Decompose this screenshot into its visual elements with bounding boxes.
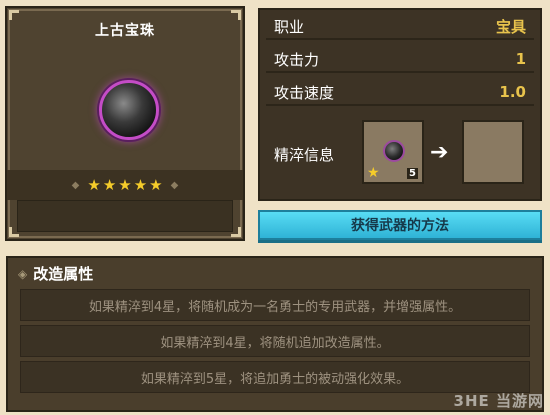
star-icon: ★ — [149, 175, 163, 194]
stat-label: 攻击力 — [274, 50, 320, 69]
star-rating: ◆ ★ ★ ★ ★ ★ ◆ — [7, 170, 243, 200]
modify-header: ◈ 改造属性 — [18, 263, 93, 284]
modify-attribute-row: 如果精淬到4星，将随机追加改造属性。 — [20, 325, 530, 357]
item-image — [99, 80, 159, 140]
modify-attribute-row: 如果精淬到5星，将追加勇士的被动强化效果。 — [20, 361, 530, 393]
modify-title: 改造属性 — [33, 265, 94, 283]
modify-attributes-panel: ◈ 改造属性 如果精淬到4星，将随机成为一名勇士的专用武器，并增强属性。 如果精… — [6, 256, 544, 412]
modify-attribute-row: 如果精淬到4星，将随机成为一名勇士的专用武器，并增强属性。 — [20, 289, 530, 321]
refine-label: 精淬信息 — [274, 146, 335, 164]
stat-value: 宝具 — [495, 17, 526, 36]
refine-target-slot[interactable] — [462, 120, 524, 184]
star-icon: ★ — [118, 175, 132, 194]
stat-row-attack: 攻击力 1 — [266, 47, 534, 73]
stat-value: 1 — [515, 50, 526, 68]
dark-orb-icon — [383, 140, 405, 162]
stats-panel: 职业 宝具 攻击力 1 攻击速度 1.0 精淬信息 ★ 5 ➔ — [258, 8, 542, 201]
arrow-right-icon: ➔ — [430, 140, 449, 165]
frame-corner — [231, 10, 241, 20]
item-description-box — [17, 200, 233, 232]
stat-row-attack-speed: 攻击速度 1.0 — [266, 80, 534, 106]
star-icon: ★ — [367, 165, 380, 181]
acquire-method-button[interactable]: 获得武器的方法 — [258, 210, 542, 240]
item-card: 上古宝珠 ◆ ★ ★ ★ ★ ★ ◆ — [5, 6, 245, 241]
chevron-right-icon: ◆ — [170, 179, 179, 191]
stat-value: 1.0 — [499, 83, 526, 101]
stat-label: 职业 — [274, 17, 305, 36]
item-name: 上古宝珠 — [95, 23, 155, 39]
chevron-left-icon: ◆ — [71, 179, 80, 191]
star-icon: ★ — [133, 175, 148, 194]
stat-label: 攻击速度 — [274, 83, 335, 102]
chevron-right-icon: ◈ — [18, 266, 28, 281]
refine-current-slot[interactable]: ★ 5 — [362, 120, 424, 184]
frame-corner — [9, 10, 19, 20]
stat-row-class: 职业 宝具 — [266, 14, 534, 40]
star-icon: ★ — [87, 175, 101, 194]
site-watermark: 3HE 当游网 — [453, 392, 544, 410]
star-icon: ★ — [102, 175, 117, 194]
dark-orb-icon — [99, 80, 159, 140]
refine-info: 精淬信息 ★ 5 ➔ — [266, 114, 534, 194]
refine-level-badge: 5 — [407, 168, 418, 179]
